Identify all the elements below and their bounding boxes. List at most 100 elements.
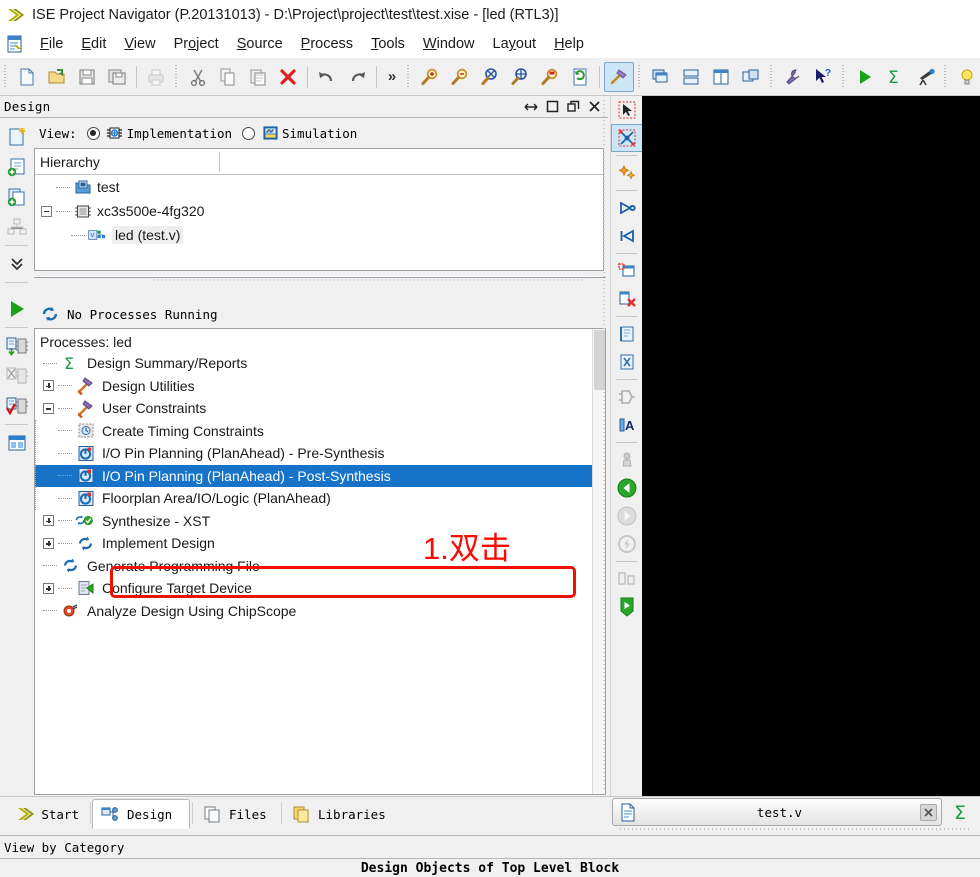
view-symbol-icon[interactable]	[611, 383, 643, 411]
cascade-windows-icon[interactable]	[646, 62, 676, 92]
toolbar-grip-7[interactable]	[943, 64, 950, 89]
lightbulb-tip-icon[interactable]	[952, 62, 980, 92]
paste-icon[interactable]	[243, 62, 273, 92]
cut-icon[interactable]	[183, 62, 213, 92]
toggle-name-icon[interactable]: A	[611, 411, 643, 439]
hierarchy-column-splitter[interactable]	[219, 152, 220, 172]
add-to-schematic-icon[interactable]	[611, 257, 643, 285]
menu-edit[interactable]: Edit	[72, 34, 115, 54]
forward-icon[interactable]	[611, 502, 643, 530]
schematic-editor-area[interactable]	[642, 96, 980, 796]
editor-tab-grip[interactable]	[620, 827, 970, 832]
print-icon[interactable]	[141, 62, 171, 92]
expander-plus-icon[interactable]	[43, 537, 54, 549]
telescope-explore-icon[interactable]	[910, 62, 940, 92]
context-help-icon[interactable]: ?	[808, 62, 838, 92]
panel-splitter-grip[interactable]	[153, 276, 583, 284]
toolbar-grip-4[interactable]	[637, 64, 644, 89]
process-row[interactable]: I/O Pin Planning (PlanAhead) - Pre-Synth…	[35, 442, 605, 465]
open-schematic-icon[interactable]	[611, 320, 643, 348]
zoom-selection-icon[interactable]	[505, 62, 535, 92]
maximize-icon[interactable]	[545, 100, 559, 114]
menu-file[interactable]: File	[31, 34, 72, 54]
restore-icon[interactable]	[566, 100, 580, 114]
tab-files[interactable]: Files	[194, 799, 279, 829]
process-row[interactable]: Analyze Design Using ChipScope	[35, 600, 605, 623]
reset-view-icon[interactable]	[611, 530, 643, 558]
refresh-icon[interactable]	[565, 62, 595, 92]
design-summary-sigma-icon[interactable]: Σ	[948, 798, 976, 826]
menu-layout[interactable]: Layout	[484, 34, 546, 54]
check-syntax-icon[interactable]	[0, 391, 33, 421]
menu-process[interactable]: Process	[292, 34, 362, 54]
close-icon[interactable]	[587, 100, 601, 114]
menu-source[interactable]: Source	[228, 34, 292, 54]
wrench-settings-icon[interactable]	[778, 62, 808, 92]
process-row[interactable]: Configure Target Device	[35, 577, 605, 600]
close-schematic-icon[interactable]	[611, 348, 643, 376]
toolbar-grip[interactable]	[3, 64, 10, 89]
open-file-icon[interactable]	[42, 62, 72, 92]
view-option-implementation[interactable]: Implementation	[127, 126, 232, 141]
process-row-selected[interactable]: I/O Pin Planning (PlanAhead) - Post-Synt…	[35, 464, 605, 487]
process-row[interactable]: Create Timing Constraints	[35, 419, 605, 442]
expander-plus-icon[interactable]	[43, 582, 54, 594]
copy-icon[interactable]	[213, 62, 243, 92]
expand-right-icon[interactable]	[611, 194, 643, 222]
add-copy-source-icon[interactable]	[0, 182, 33, 212]
select-tool-icon[interactable]	[611, 96, 643, 124]
zoom-out-icon[interactable]	[445, 62, 475, 92]
redo-icon[interactable]	[342, 62, 372, 92]
more-chevrons-icon[interactable]	[0, 249, 33, 279]
back-icon[interactable]	[611, 474, 643, 502]
toolbar-grip-3[interactable]	[406, 64, 413, 89]
view-option-simulation[interactable]: Simulation	[282, 126, 357, 141]
toolbar-grip-5[interactable]	[769, 64, 776, 89]
process-row[interactable]: Σ Design Summary/Reports	[35, 352, 605, 375]
area-select-tool-icon[interactable]	[611, 124, 643, 152]
highlight-stars-icon[interactable]	[611, 159, 643, 187]
expander-plus-icon[interactable]	[43, 380, 54, 392]
menu-window[interactable]: Window	[414, 34, 484, 54]
close-icon[interactable]	[920, 803, 937, 821]
hammer-build-icon[interactable]	[604, 61, 634, 92]
process-row[interactable]: Implement Design	[35, 532, 605, 555]
rerun-all-icon[interactable]	[0, 361, 33, 391]
expander-plus-icon[interactable]	[43, 515, 54, 527]
hierarchy-node-device[interactable]: xc3s500e-4fg320	[35, 199, 603, 223]
zoom-fit-icon[interactable]	[475, 62, 505, 92]
design-summary-sigma-icon[interactable]: Σ	[880, 62, 910, 92]
radio-simulation[interactable]	[242, 126, 255, 140]
process-row[interactable]: Synthesize - XST	[35, 510, 605, 533]
tab-libraries[interactable]: Libraries	[283, 799, 393, 829]
tab-start[interactable]: Start	[8, 799, 88, 829]
run-icon[interactable]	[850, 62, 880, 92]
toolbar-grip-2[interactable]	[174, 64, 181, 89]
expander-minus-icon[interactable]	[43, 402, 54, 414]
remove-from-schematic-icon[interactable]	[611, 285, 643, 313]
toolbar-grip-rail[interactable]	[603, 100, 608, 790]
float-resize-icon[interactable]	[524, 100, 538, 114]
tab-design[interactable]: Design	[92, 799, 190, 829]
hierarchy-node-led[interactable]: V led (test.v)	[35, 223, 603, 247]
pin-marker-icon[interactable]	[611, 446, 643, 474]
undo-icon[interactable]	[312, 62, 342, 92]
bookmark-icon[interactable]	[611, 593, 643, 621]
radio-implementation[interactable]	[86, 126, 100, 140]
menu-view[interactable]: View	[115, 34, 164, 54]
process-row[interactable]: Design Utilities	[35, 375, 605, 398]
new-source-icon[interactable]	[0, 122, 33, 152]
process-row[interactable]: Generate Programming File	[35, 555, 605, 578]
manage-configuration-icon[interactable]	[0, 212, 33, 242]
zoom-in-icon[interactable]	[415, 62, 445, 92]
delete-icon[interactable]	[273, 62, 303, 92]
add-source-icon[interactable]	[0, 152, 33, 182]
save-all-icon[interactable]	[102, 62, 132, 92]
editor-file-tab[interactable]: test.v	[612, 798, 942, 826]
menu-tools[interactable]: Tools	[362, 34, 414, 54]
toolbar-overflow-button[interactable]: »	[381, 68, 403, 85]
new-window-icon[interactable]	[736, 62, 766, 92]
implement-top-module-icon[interactable]	[0, 331, 33, 361]
zoom-area-icon[interactable]	[535, 62, 565, 92]
run-process-icon[interactable]	[0, 294, 33, 324]
